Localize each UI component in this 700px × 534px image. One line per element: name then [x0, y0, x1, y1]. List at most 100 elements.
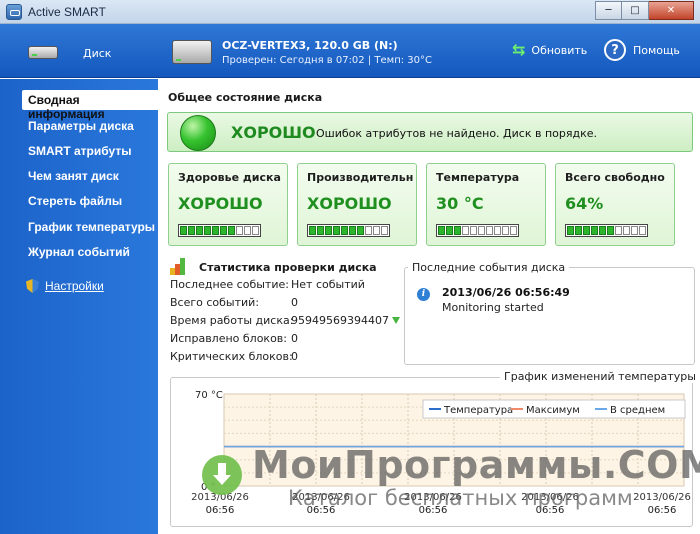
info-icon: i	[417, 288, 430, 301]
drive-status: Проверен: Сегодня в 07:02 | Темп: 30°C	[222, 55, 432, 66]
level-segment	[317, 226, 324, 235]
level-segment	[607, 226, 614, 235]
level-segment	[623, 226, 630, 235]
x-tick-date: 2013/06/26	[191, 492, 249, 503]
stat-value: 0	[291, 350, 298, 363]
arrow-down-icon	[391, 317, 400, 324]
app-icon	[6, 4, 22, 20]
card-free-space: Всего свободно 64%	[555, 163, 675, 246]
level-segment	[309, 226, 316, 235]
level-segment	[365, 226, 372, 235]
card-caption: Всего свободно	[565, 171, 665, 184]
maximize-button[interactable]: □	[622, 1, 649, 20]
x-tick-time: 06:56	[307, 505, 336, 516]
level-segment	[244, 226, 251, 235]
title-bar: Active SMART ─ □ ✕	[0, 0, 700, 24]
sidebar-item-summary[interactable]: Сводная информация	[22, 90, 158, 121]
settings-link[interactable]: Настройки	[26, 279, 104, 293]
drive-title: OCZ-VERTEX3, 120.0 GB (N:)	[222, 39, 398, 52]
level-segment	[341, 226, 348, 235]
refresh-icon: ⇆	[512, 40, 526, 59]
x-tick-date: 2013/06/26	[404, 492, 462, 503]
overall-status-banner: ХОРОШО Ошибок атрибутов не найдено. Диск…	[167, 112, 693, 152]
card-value: ХОРОШО	[178, 194, 263, 213]
card-caption: Температура	[436, 171, 520, 184]
level-segment	[220, 226, 227, 235]
legend-label: В среднем	[610, 405, 665, 416]
sidebar-item-erase-files[interactable]: Стереть файлы	[28, 194, 122, 208]
card-value: 30 °C	[436, 194, 484, 213]
status-message: Ошибок атрибутов не найдено. Диск в поря…	[316, 127, 597, 140]
window-title: Active SMART	[28, 5, 106, 19]
card-caption: Здоровье диска	[178, 171, 281, 184]
level-segment	[615, 226, 622, 235]
level-segment	[373, 226, 380, 235]
stat-value: 0	[291, 296, 298, 309]
level-segment	[204, 226, 211, 235]
stat-label: Критических блоков:	[170, 350, 293, 363]
level-segment	[325, 226, 332, 235]
refresh-label: Обновить	[531, 43, 588, 57]
stat-label: Последнее событие:	[170, 278, 289, 291]
level-segment	[228, 226, 235, 235]
close-button[interactable]: ✕	[649, 1, 694, 20]
level-segment	[639, 226, 646, 235]
temperature-chart: 70 °C0 °2013/06/2606:562013/06/2606:5620…	[191, 390, 691, 516]
x-tick-time: 06:56	[536, 505, 565, 516]
stat-value: Нет событий	[291, 278, 365, 291]
card-performance: Производительн ХОРОШО	[297, 163, 417, 246]
x-tick-date: 2013/06/26	[292, 492, 350, 503]
event-message: Monitoring started	[442, 301, 544, 314]
level-segment	[188, 226, 195, 235]
stats-title: Статистика проверки диска	[199, 261, 377, 274]
window-controls: ─ □ ✕	[595, 1, 694, 20]
x-tick-date: 2013/06/26	[521, 492, 579, 503]
help-button[interactable]: ? Помощь	[604, 39, 680, 61]
level-segment	[631, 226, 638, 235]
level-segment	[333, 226, 340, 235]
stat-label: Исправлено блоков:	[170, 332, 287, 345]
help-icon: ?	[604, 39, 626, 61]
level-segment	[478, 226, 485, 235]
level-segment	[236, 226, 243, 235]
sidebar-item-smart-attributes[interactable]: SMART атрибуты	[28, 144, 131, 158]
recent-events-box	[404, 267, 695, 365]
level-segment	[381, 226, 388, 235]
x-tick-time: 06:56	[419, 505, 448, 516]
level-segment	[357, 226, 364, 235]
x-tick-time: 06:56	[648, 505, 677, 516]
sidebar-item-disk-params[interactable]: Параметры диска	[28, 119, 134, 133]
level-segment	[212, 226, 219, 235]
refresh-button[interactable]: ⇆ Обновить	[512, 42, 587, 58]
level-segment	[591, 226, 598, 235]
sidebar-item-event-log[interactable]: Журнал событий	[28, 245, 130, 259]
level-segment	[446, 226, 453, 235]
level-bar	[565, 224, 648, 237]
status-word: ХОРОШО	[231, 123, 316, 142]
statistics-chart-icon	[170, 258, 190, 275]
level-segment	[252, 226, 259, 235]
card-temperature: Температура 30 °C	[426, 163, 546, 246]
disk-selector-label[interactable]: Диск	[83, 47, 111, 60]
temperature-chart-frame: 70 °C 0 ° 2013/06/26 06:56 2013/06/26 06:56 20…	[170, 377, 693, 527]
main-panel: Общее состояние диска ХОРОШО Ошибок атри…	[158, 79, 700, 534]
level-segment	[567, 226, 574, 235]
sidebar: Сводная информация Параметры диска SMART…	[0, 79, 158, 534]
drive-icon	[172, 40, 212, 64]
level-bar	[307, 224, 390, 237]
sidebar-item-disk-usage[interactable]: Чем занят диск	[28, 169, 119, 183]
stat-label: Время работы диска:	[170, 314, 294, 327]
level-segment	[575, 226, 582, 235]
section-title: Общее состояние диска	[168, 91, 323, 104]
sidebar-item-temperature-graph[interactable]: График температуры	[28, 220, 155, 234]
y-tick-label: 70 °C	[195, 390, 223, 401]
disk-icon[interactable]	[28, 46, 58, 59]
card-value: 64%	[565, 194, 604, 213]
level-segment	[502, 226, 509, 235]
level-segment	[180, 226, 187, 235]
card-health: Здоровье диска ХОРОШО	[168, 163, 288, 246]
level-segment	[349, 226, 356, 235]
chart-title: График изменений температуры	[500, 370, 700, 383]
settings-label: Настройки	[45, 279, 104, 293]
minimize-button[interactable]: ─	[595, 1, 622, 20]
